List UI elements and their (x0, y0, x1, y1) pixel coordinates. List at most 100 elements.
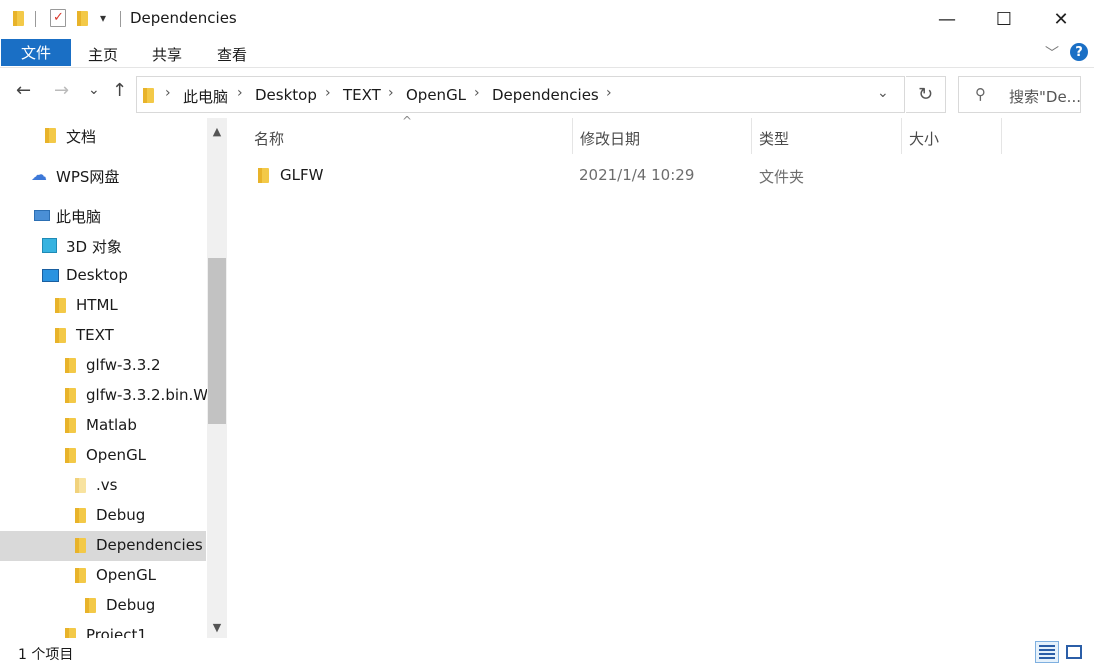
breadcrumb-separator[interactable]: › (606, 85, 612, 101)
tab-home[interactable]: 主页 (88, 44, 118, 65)
breadcrumb-opengl[interactable]: OpenGL (406, 86, 466, 104)
breadcrumb-desktop[interactable]: Desktop (255, 86, 317, 104)
nav-item-wps-drive[interactable]: ☁ WPS网盘 (0, 161, 206, 191)
forward-button[interactable]: → (54, 80, 69, 101)
nav-item-desktop[interactable]: Desktop (0, 261, 206, 291)
breadcrumb-dependencies[interactable]: Dependencies (492, 86, 599, 104)
nav-item-label: Dependencies (96, 536, 203, 554)
nav-item-label: OpenGL (86, 446, 147, 464)
nav-item-label: TEXT (76, 326, 114, 344)
search-input[interactable]: 搜索"De... (1009, 86, 1081, 107)
nav-item-glfw[interactable]: glfw-3.3.2 (0, 351, 206, 381)
status-bar: 1 个项目 (0, 640, 1094, 668)
ribbon-tabs: 文件 主页 共享 查看 ﹀ ? (0, 38, 1094, 68)
breadcrumb-separator[interactable]: › (165, 85, 171, 101)
nav-item-label: Project1 (86, 626, 147, 638)
nav-item-text[interactable]: TEXT (0, 321, 206, 351)
breadcrumb-this-pc[interactable]: 此电脑 (183, 86, 228, 107)
large-icons-view-button[interactable] (1062, 641, 1086, 663)
folder-icon (65, 357, 76, 373)
nav-item-label: Debug (106, 596, 156, 614)
scroll-up-arrow[interactable]: ▲ (207, 121, 227, 141)
expand-ribbon-icon[interactable]: ﹀ (1045, 43, 1059, 63)
nav-item-label: .vs (96, 476, 118, 494)
scroll-down-arrow[interactable]: ▼ (207, 617, 227, 637)
folder-icon (75, 537, 86, 553)
tab-share[interactable]: 共享 (152, 44, 182, 65)
nav-item-label: OpenGL (96, 566, 157, 584)
nav-item-documents[interactable]: 文档 (0, 121, 206, 151)
nav-item-label: glfw-3.3.2.bin.WI (86, 386, 213, 404)
nav-item-html[interactable]: HTML (0, 291, 206, 321)
details-view-icon (1039, 645, 1055, 659)
nav-item-vs[interactable]: .vs (0, 471, 206, 501)
folder-icon (55, 327, 66, 343)
new-folder-icon[interactable] (77, 10, 88, 26)
up-button[interactable]: ↑ (112, 80, 127, 101)
breadcrumb-text[interactable]: TEXT (343, 86, 381, 104)
breadcrumb-separator[interactable]: › (325, 85, 331, 101)
column-header-modified[interactable]: 修改日期 (572, 118, 751, 154)
help-icon[interactable]: ? (1070, 43, 1088, 61)
column-header-label: 名称 (254, 130, 285, 148)
folder-icon[interactable] (13, 10, 24, 26)
nav-item-this-pc[interactable]: 此电脑 (0, 201, 206, 231)
window-title: Dependencies (130, 9, 237, 27)
nav-item-label: 此电脑 (56, 208, 102, 226)
column-divider[interactable] (1001, 118, 1002, 154)
nav-item-label: Matlab (86, 416, 137, 434)
breadcrumb-separator[interactable]: › (388, 85, 394, 101)
nav-item-opengl[interactable]: OpenGL (0, 441, 206, 471)
recent-locations-button[interactable]: ⌄ (88, 82, 100, 98)
item-count: 1 个项目 (18, 647, 74, 663)
nav-item-project1[interactable]: Project1 (0, 621, 206, 638)
file-row[interactable]: GLFW 2021/1/4 10:29 文件夹 (246, 160, 1006, 190)
desktop-icon (42, 269, 59, 282)
address-history-dropdown[interactable]: ⌄ (877, 85, 889, 101)
tab-file[interactable]: 文件 (1, 39, 71, 66)
folder-icon (75, 477, 86, 493)
file-type: 文件夹 (759, 168, 805, 186)
nav-item-debug-sub[interactable]: Debug (0, 591, 206, 621)
folder-icon (258, 167, 269, 183)
nav-item-glfw-bin[interactable]: glfw-3.3.2.bin.WI (0, 381, 213, 411)
back-button[interactable]: ← (16, 80, 31, 101)
column-header-type[interactable]: 类型 (751, 118, 901, 154)
folder-icon (65, 447, 76, 463)
folder-icon (75, 507, 86, 523)
nav-item-label: glfw-3.3.2 (86, 356, 161, 374)
nav-scrollbar-thumb[interactable] (208, 258, 226, 424)
folder-icon (45, 127, 56, 143)
properties-icon[interactable]: ✓ (50, 9, 66, 27)
nav-item-3d-objects[interactable]: 3D 对象 (0, 231, 206, 261)
column-header-label: 修改日期 (580, 130, 641, 148)
folder-icon (75, 567, 86, 583)
close-button[interactable]: ✕ (1038, 0, 1084, 38)
large-icons-view-icon (1066, 645, 1082, 659)
nav-item-matlab[interactable]: Matlab (0, 411, 206, 441)
address-bar[interactable]: › 此电脑 › Desktop › TEXT › OpenGL › Depend… (136, 76, 905, 113)
title-bar: ✓ ▾ Dependencies — ☐ ✕ (0, 0, 1094, 38)
customize-toolbar-icon[interactable]: ▾ (100, 11, 106, 25)
computer-icon (34, 210, 50, 221)
nav-item-label: HTML (76, 296, 118, 314)
column-header-name[interactable]: 名称 (246, 118, 572, 154)
maximize-button[interactable]: ☐ (981, 0, 1027, 38)
folder-icon (65, 627, 76, 638)
minimize-button[interactable]: — (924, 0, 970, 38)
tab-view[interactable]: 查看 (217, 44, 247, 65)
column-header-size[interactable]: 大小 (901, 118, 1001, 154)
column-header-label: 大小 (909, 130, 940, 148)
folder-icon (65, 387, 76, 403)
breadcrumb-separator[interactable]: › (237, 85, 243, 101)
search-box[interactable]: ⚲ 搜索"De... (958, 76, 1081, 113)
nav-item-label: 3D 对象 (66, 238, 122, 256)
nav-item-debug[interactable]: Debug (0, 501, 206, 531)
breadcrumb-separator[interactable]: › (474, 85, 480, 101)
nav-item-opengl-sub[interactable]: OpenGL (0, 561, 206, 591)
details-view-button[interactable] (1035, 641, 1059, 663)
column-header-label: 类型 (759, 130, 790, 148)
nav-item-label: WPS网盘 (56, 168, 120, 186)
refresh-button[interactable]: ↻ (906, 76, 946, 113)
nav-item-dependencies[interactable]: Dependencies (0, 531, 206, 561)
